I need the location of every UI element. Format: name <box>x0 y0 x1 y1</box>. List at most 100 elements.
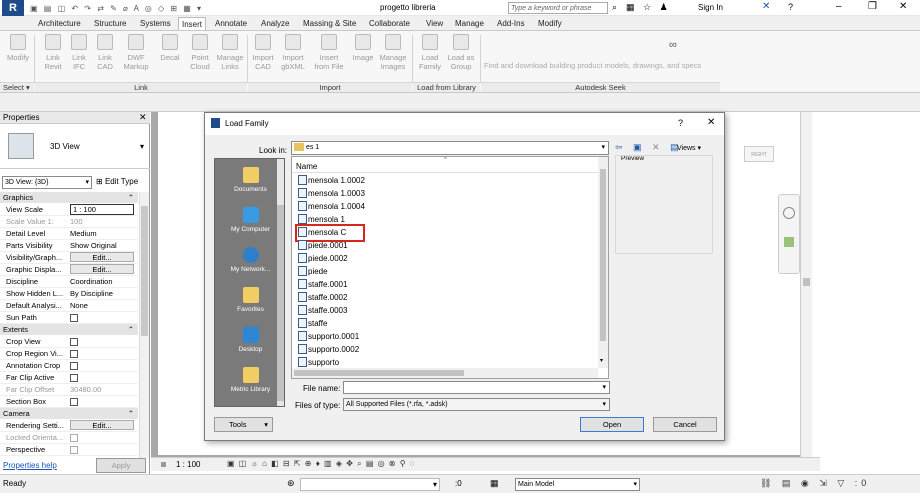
zoom-icon[interactable] <box>784 237 794 247</box>
import-gbxml-button[interactable]: Import gbXML <box>278 34 308 71</box>
worksets-icon[interactable]: ⊛ <box>287 478 295 489</box>
load-as-group-button[interactable]: Load as Group <box>446 34 476 71</box>
decal-button[interactable]: Decal <box>156 34 184 62</box>
column-header-name[interactable]: Name <box>296 162 317 171</box>
edit-button[interactable]: Edit... <box>70 252 134 262</box>
tab-systems[interactable]: Systems <box>140 17 171 30</box>
tab-insert[interactable]: Insert <box>178 17 207 30</box>
prop-row[interactable]: Rendering Setti... Edit... <box>0 420 138 432</box>
place-desktop[interactable]: Desktop <box>215 327 286 353</box>
prop-row[interactable]: Annotation Crop <box>0 360 138 372</box>
view-control-icons[interactable]: ▣ ◫ ☼ ⌂ ◧ ⊟ ⇱ ⊕ ♦ ▥ ◈ ✥ ⌕ ▤ ◎ ⊗ ⚲ ◌ <box>227 459 416 469</box>
close-icon[interactable]: ✕ <box>139 112 147 123</box>
place-my-computer[interactable]: My Computer <box>215 207 286 233</box>
views-button[interactable]: Views ▾ <box>677 144 701 152</box>
file-item-highlighted[interactable]: mensola C <box>294 224 366 242</box>
places-scrollbar[interactable] <box>277 159 284 406</box>
sun-path-checkbox[interactable] <box>70 314 78 323</box>
crop-view-checkbox[interactable] <box>70 338 78 347</box>
file-item[interactable]: supporto.0002 <box>298 343 359 356</box>
minimize-icon[interactable]: – <box>836 1 842 12</box>
far-clip-checkbox[interactable] <box>70 374 78 383</box>
file-name-input[interactable]: ▾ <box>343 381 610 394</box>
toolbar-icons[interactable]: ⇦ ▣ ✕ ▤ <box>615 142 683 153</box>
prop-row[interactable]: Show Hidden L... By Discipline <box>0 288 138 300</box>
sign-in-link[interactable]: Sign In <box>698 3 723 12</box>
crop-region-checkbox[interactable] <box>70 350 78 359</box>
dialog-close-icon[interactable]: ✕ <box>707 117 715 128</box>
edit-button[interactable]: Edit... <box>70 420 134 430</box>
load-family-button[interactable]: Load Family <box>416 34 444 71</box>
file-item[interactable]: supporto.0001 <box>298 330 359 343</box>
manage-images-button[interactable]: Manage Images <box>378 34 408 71</box>
file-item[interactable]: staffe.0003 <box>298 304 347 317</box>
seek-text[interactable]: Find and download building product model… <box>484 61 701 70</box>
tab-add-ins[interactable]: Add-Ins <box>497 17 525 30</box>
revit-logo[interactable]: R <box>2 0 24 16</box>
exchange-icon[interactable]: ✕ <box>762 1 770 12</box>
file-item[interactable]: mensola 1.0002 <box>298 174 365 187</box>
file-list[interactable]: Name ^ mensola 1.0002 mensola 1.0003 men… <box>291 156 609 379</box>
restore-icon[interactable]: ❐ <box>868 1 877 12</box>
prop-row[interactable]: Default Analysi... None <box>0 300 138 312</box>
link-ifc-button[interactable]: Link IFC <box>66 34 92 71</box>
file-item[interactable]: staffe.0002 <box>298 291 347 304</box>
file-item[interactable]: staffe.0001 <box>298 278 347 291</box>
prop-row[interactable]: Crop View <box>0 336 138 348</box>
prop-row[interactable]: Visibility/Graph... Edit... <box>0 252 138 264</box>
cancel-button[interactable]: Cancel <box>653 417 717 432</box>
edit-type-button[interactable]: ⊞ Edit Type <box>96 177 138 186</box>
file-item[interactable]: piede.0002 <box>298 252 348 265</box>
dwf-markup-button[interactable]: DWF Markup <box>118 34 154 71</box>
properties-scrollbar[interactable] <box>139 192 149 458</box>
manage-links-button[interactable]: Manage Links <box>216 34 244 71</box>
search-input[interactable]: Type a keyword or phrase <box>508 2 608 14</box>
view-cube[interactable]: RIGHT <box>744 146 774 162</box>
file-list-hscrollbar[interactable] <box>292 368 598 378</box>
type-selector[interactable]: 3D View ▾ <box>0 125 150 169</box>
tab-annotate[interactable]: Annotate <box>215 17 247 30</box>
import-cad-button[interactable]: Import CAD <box>250 34 276 71</box>
annotation-crop-checkbox[interactable] <box>70 362 78 371</box>
tab-massing-site[interactable]: Massing & Site <box>303 17 356 30</box>
file-item[interactable]: piede <box>298 265 328 278</box>
toolbar-icons[interactable]: ▦ ☆ ♟ <box>626 2 671 13</box>
close-icon[interactable]: ✕ <box>899 1 907 12</box>
tools-button[interactable]: Tools ▾ <box>214 417 273 432</box>
tab-collaborate[interactable]: Collaborate <box>369 17 410 30</box>
workset-selector[interactable]: ▾ <box>300 478 440 491</box>
section-extents[interactable]: Extents ⌃ <box>0 324 138 335</box>
place-favorites[interactable]: Favorites <box>215 287 286 313</box>
prop-row[interactable]: Discipline Coordination <box>0 276 138 288</box>
tab-view[interactable]: View <box>426 17 443 30</box>
design-options-icon[interactable]: ▦ <box>490 478 499 489</box>
navigation-bar[interactable] <box>778 194 800 274</box>
properties-help-link[interactable]: Properties help <box>3 461 57 470</box>
prop-row[interactable]: Graphic Displa... Edit... <box>0 264 138 276</box>
file-item[interactable]: staffe <box>298 317 327 330</box>
search-icon[interactable]: ⌕ <box>612 2 617 13</box>
steering-wheel-icon[interactable] <box>783 207 795 219</box>
file-item[interactable]: piede.0001 <box>298 239 348 252</box>
file-item[interactable]: mensola 1 <box>298 213 345 226</box>
link-revit-button[interactable]: Link Revit <box>40 34 66 71</box>
view-scale[interactable]: 1 : 100 <box>176 460 200 469</box>
vertical-scrollbar[interactable] <box>800 112 812 457</box>
edit-button[interactable]: Edit... <box>70 264 134 274</box>
help-icon[interactable]: ? <box>788 2 793 12</box>
apply-button[interactable]: Apply <box>96 458 146 473</box>
point-cloud-button[interactable]: Point Cloud <box>186 34 214 71</box>
section-graphics[interactable]: Graphics ⌃ <box>0 192 138 203</box>
insert-from-file-button[interactable]: Insert from File <box>312 34 346 71</box>
properties-grid[interactable]: Graphics ⌃ View Scale 1 : 100 Scale Value … <box>0 192 150 458</box>
prop-row[interactable]: Perspective <box>0 444 138 456</box>
prop-row[interactable]: Sun Path <box>0 312 138 324</box>
prop-row[interactable]: Scale Value 1: 100 <box>0 216 138 228</box>
file-type-select[interactable]: All Supported Files (*.rfa, *.adsk) ▾ <box>343 398 610 411</box>
image-button[interactable]: Image <box>350 34 376 62</box>
prop-row[interactable]: Far Clip Active <box>0 372 138 384</box>
link-cad-button[interactable]: Link CAD <box>92 34 118 71</box>
tab-architecture[interactable]: Architecture <box>38 17 81 30</box>
prop-row[interactable]: Crop Region Vi... <box>0 348 138 360</box>
look-in-select[interactable]: es 1 ▾ <box>291 141 609 155</box>
